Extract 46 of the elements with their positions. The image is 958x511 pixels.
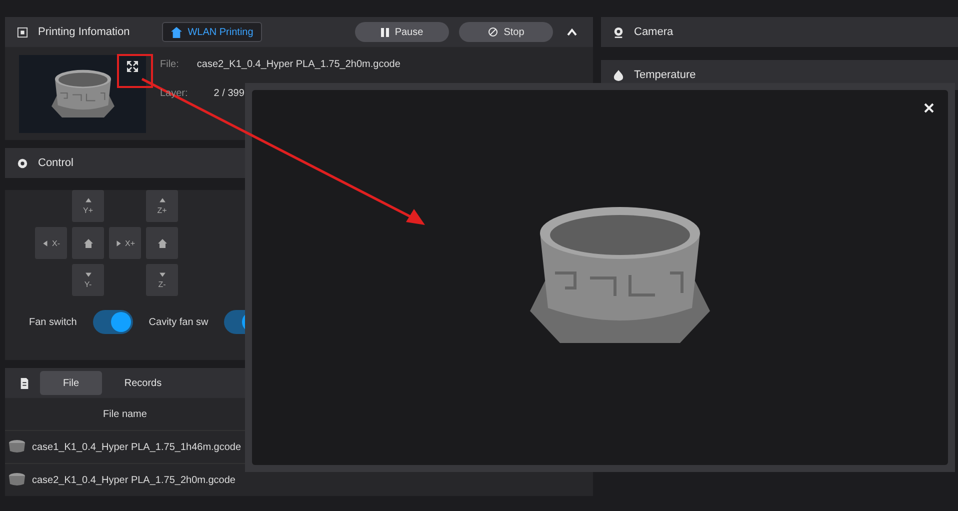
panel-tab[interactable]: Records: [112, 371, 174, 395]
stop-button[interactable]: Stop: [459, 22, 553, 42]
layer-value: 2 / 399: [214, 88, 244, 99]
jog-button[interactable]: X+: [109, 227, 141, 259]
toggle-switch[interactable]: [92, 310, 133, 334]
printer-icon: [17, 26, 28, 38]
triangle-icon: [42, 240, 49, 246]
webcam-icon: [613, 26, 624, 38]
document-icon: [19, 378, 30, 388]
triangle-icon: [158, 271, 166, 278]
jog-button[interactable]: Z+: [146, 190, 178, 222]
cup-thumbnail-icon: [8, 473, 26, 487]
file-label: File:: [160, 59, 179, 70]
close-icon: [924, 103, 934, 113]
jog-button[interactable]: X-: [35, 227, 67, 259]
home-icon: [158, 238, 166, 248]
panel-title: Control: [38, 157, 74, 169]
panel-tab[interactable]: File: [40, 371, 102, 395]
home-button[interactable]: [146, 227, 178, 259]
triangle-icon: [158, 197, 166, 204]
chevron-up-icon[interactable]: [567, 28, 577, 36]
panel-title: Printing Infomation: [38, 26, 130, 38]
jog-button[interactable]: Z-: [146, 264, 178, 296]
jog-button[interactable]: Y-: [72, 264, 104, 296]
triangle-icon: [114, 240, 122, 246]
expand-icon[interactable]: [127, 61, 138, 72]
file-name: case2_K1_0.4_Hyper PLA_1.75_2h0m.gcode: [32, 474, 236, 486]
switch-label: Fan switch: [29, 316, 77, 328]
gear-icon: [17, 158, 28, 168]
triangle-icon: [84, 271, 92, 278]
pause-button[interactable]: Pause: [355, 22, 449, 42]
cup-thumbnail-icon: [8, 440, 26, 454]
file-value: case2_K1_0.4_Hyper PLA_1.75_2h0m.gcode: [196, 59, 400, 70]
column-header: File name: [102, 408, 148, 420]
pause-icon: [380, 28, 389, 36]
stop-icon: [488, 27, 498, 37]
wlan-printing-button[interactable]: WLAN Printing: [162, 22, 262, 42]
panel-title: Camera: [634, 26, 674, 38]
jog-button[interactable]: Y+: [72, 190, 104, 222]
file-name: case1_K1_0.4_Hyper PLA_1.75_1h46m.gcode: [32, 442, 242, 452]
triangle-icon: [84, 197, 92, 204]
home-icon: [84, 238, 92, 248]
panel-title: Temperature: [634, 69, 696, 81]
home-button[interactable]: [72, 227, 104, 259]
switch-label: Cavity fan sw: [148, 316, 208, 328]
panel-header[interactable]: Camera: [601, 17, 958, 47]
